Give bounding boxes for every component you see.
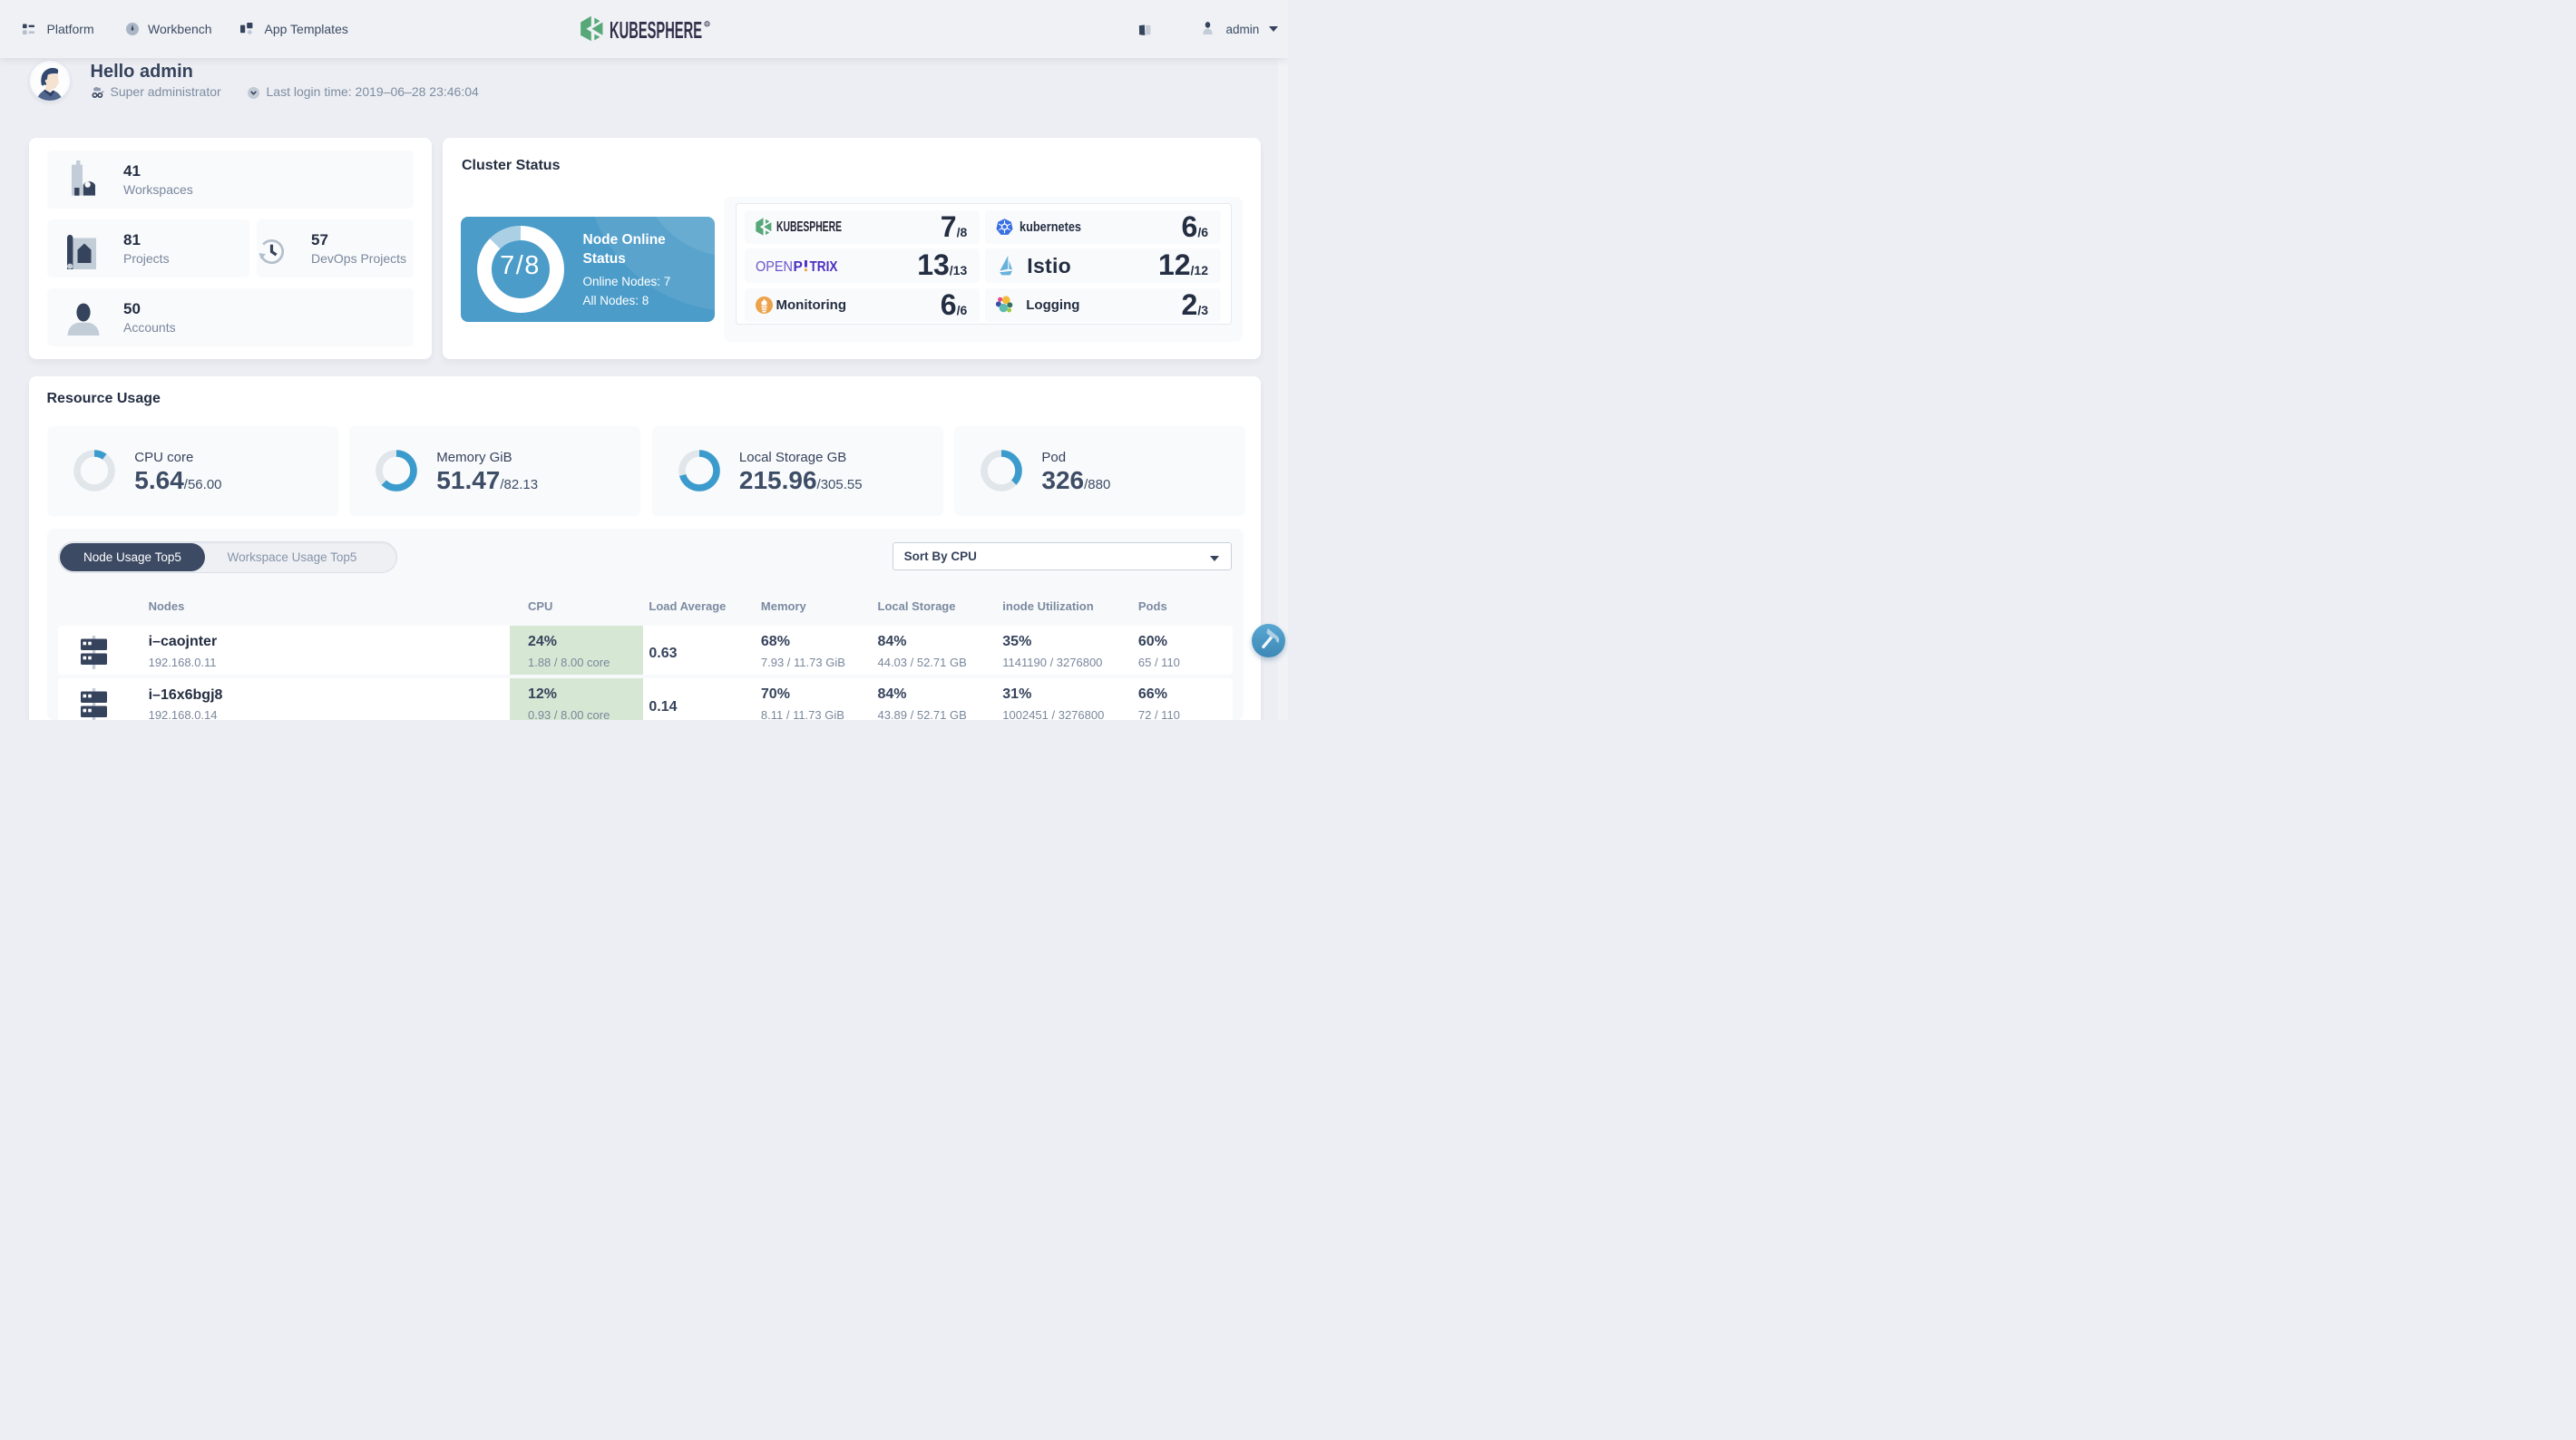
svg-text:kubernetes: kubernetes	[1020, 219, 1081, 234]
svg-text:OPEN: OPEN	[756, 258, 793, 273]
svg-text:P: P	[793, 258, 802, 273]
svg-text:KUBESPHERE: KUBESPHERE	[776, 220, 842, 235]
svg-text:KUBESPHERE: KUBESPHERE	[610, 18, 702, 42]
svg-text:TRIX: TRIX	[809, 258, 838, 273]
svg-text:R: R	[706, 22, 709, 27]
